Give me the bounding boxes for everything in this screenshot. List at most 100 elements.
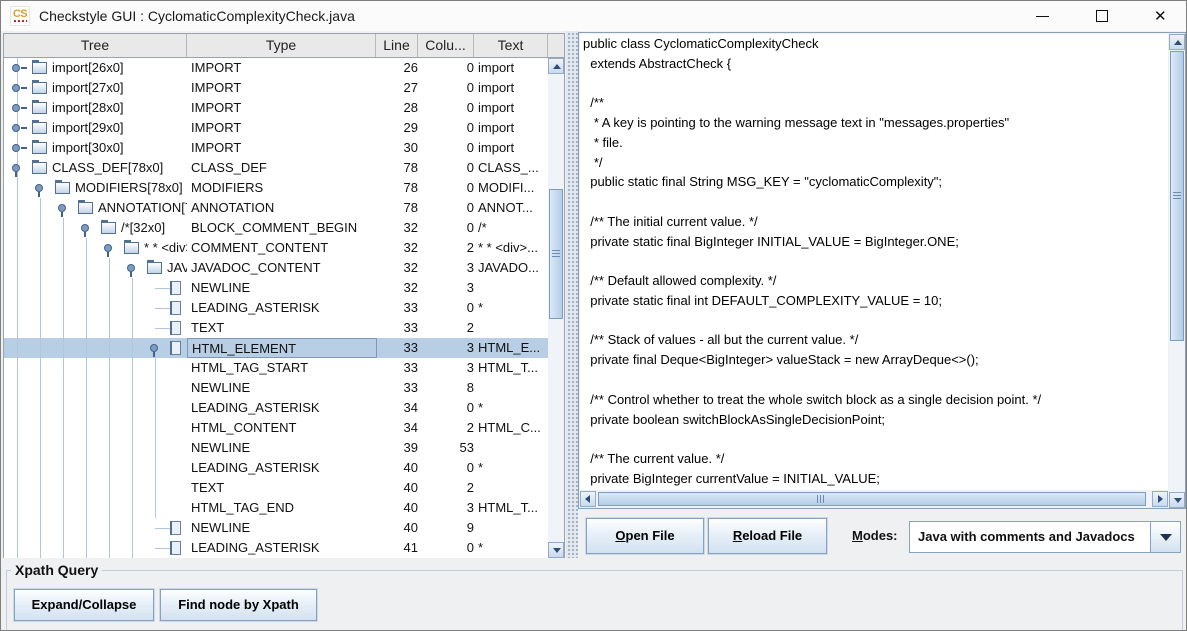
- table-row[interactable]: LEADING_ASTERISK400*: [4, 458, 548, 478]
- table-row[interactable]: import[30x0]IMPORT300import: [4, 138, 548, 158]
- column-header-text[interactable]: Text: [474, 34, 548, 57]
- table-row[interactable]: LEADING_ASTERISK410*: [4, 538, 548, 558]
- collapse-handle-icon[interactable]: [58, 204, 66, 212]
- checkstyle-app-icon: CS: [10, 6, 30, 26]
- table-row[interactable]: TEXT402: [4, 478, 548, 498]
- combobox-arrow-button[interactable]: [1150, 522, 1180, 552]
- collapse-handle-icon[interactable]: [81, 224, 89, 232]
- table-row[interactable]: import[26x0]IMPORT260import: [4, 58, 548, 78]
- open-file-button[interactable]: Open File: [586, 518, 704, 554]
- table-row[interactable]: NEWLINE338: [4, 378, 548, 398]
- tree-guide-line: [17, 238, 18, 258]
- scrollbar-grip-icon: [552, 250, 560, 251]
- collapse-handle-icon[interactable]: [35, 184, 43, 192]
- tree-guide-line: [109, 538, 110, 558]
- close-button[interactable]: ✕: [1140, 1, 1184, 31]
- table-row[interactable]: HTML_CONTENT342HTML_C...: [4, 418, 548, 438]
- collapse-handle-icon[interactable]: [150, 344, 158, 352]
- table-header: Tree Type Line Colu... Text: [4, 34, 564, 58]
- table-row[interactable]: NEWLINE323: [4, 278, 548, 298]
- table-row[interactable]: * * <div>COMMENT_CONTENT322* * <div>...: [4, 238, 548, 258]
- table-row[interactable]: HTML_TAG_END403HTML_T...: [4, 498, 548, 518]
- tree-guide-line: [109, 498, 110, 518]
- code-scroll-right-button[interactable]: [1152, 491, 1168, 507]
- type-cell: LEADING_ASTERISK: [187, 298, 377, 318]
- table-row[interactable]: HTML_TAG_START333HTML_T...: [4, 358, 548, 378]
- tree-guide-line: [63, 218, 64, 238]
- expand-collapse-button[interactable]: Expand/Collapse: [14, 589, 154, 621]
- tree-guide-line: [86, 518, 87, 538]
- tree-vertical-scrollbar[interactable]: [548, 58, 564, 558]
- tree-node-label: import[26x0]: [52, 58, 124, 78]
- modes-combobox[interactable]: Java with comments and Javadocs: [909, 521, 1181, 553]
- tree-guide-line: [86, 318, 87, 338]
- text-cell: * * <div>...: [476, 238, 548, 258]
- tree-guide-line: [155, 418, 156, 438]
- code-line: [580, 251, 1168, 271]
- folder-icon: [32, 82, 47, 94]
- line-cell: 32: [376, 238, 418, 258]
- find-node-by-xpath-button[interactable]: Find node by Xpath: [160, 589, 317, 621]
- code-vscrollbar-thumb[interactable]: [1170, 51, 1184, 341]
- split-pane-divider[interactable]: [566, 31, 578, 558]
- column-header-line[interactable]: Line: [376, 34, 418, 57]
- table-row[interactable]: TEXT332: [4, 318, 548, 338]
- expand-handle-icon[interactable]: [12, 104, 20, 112]
- table-row[interactable]: import[28x0]IMPORT280import: [4, 98, 548, 118]
- tree-guide-line: [17, 398, 18, 418]
- source-code-viewer[interactable]: public class CyclomaticComplexityCheck e…: [580, 34, 1168, 490]
- collapse-handle-icon[interactable]: [127, 264, 135, 272]
- tree-guide-line: [17, 198, 18, 218]
- reload-file-button[interactable]: Reload File: [708, 518, 827, 554]
- code-scroll-up-button[interactable]: [1169, 34, 1185, 50]
- collapse-handle-icon[interactable]: [104, 244, 112, 252]
- table-row[interactable]: NEWLINE409: [4, 518, 548, 538]
- handle-stem: [107, 252, 109, 257]
- expand-handle-icon[interactable]: [12, 144, 20, 152]
- table-row[interactable]: ANNOTATION[78x0]ANNOTATION780ANNOT...: [4, 198, 548, 218]
- code-hscrollbar-thumb[interactable]: [598, 492, 1146, 506]
- tree-guide-line: [109, 418, 110, 438]
- type-cell: HTML_TAG_END: [187, 498, 377, 518]
- column-header-column[interactable]: Colu...: [418, 34, 474, 57]
- column-header-tree[interactable]: Tree: [4, 34, 187, 57]
- text-cell: *: [476, 458, 548, 478]
- collapse-handle-icon[interactable]: [12, 164, 20, 172]
- code-horizontal-scrollbar[interactable]: [580, 491, 1168, 507]
- tree-guide-line: [17, 358, 18, 378]
- tree-guide-line: [63, 278, 64, 298]
- column-cell: 0: [418, 178, 474, 198]
- expand-handle-icon[interactable]: [12, 64, 20, 72]
- tree-guide-line: [40, 278, 41, 298]
- handle-stem: [21, 107, 27, 109]
- tree-guide-line: [63, 478, 64, 498]
- table-row[interactable]: import[27x0]IMPORT270import: [4, 78, 548, 98]
- expand-handle-icon[interactable]: [12, 84, 20, 92]
- table-row[interactable]: MODIFIERS[78x0]MODIFIERS780MODIFI...: [4, 178, 548, 198]
- tree-guide-line: [40, 238, 41, 258]
- minimize-button[interactable]: [1020, 1, 1064, 31]
- tree-scrollbar-thumb[interactable]: [549, 189, 563, 319]
- code-vertical-scrollbar[interactable]: [1169, 34, 1185, 508]
- tree-node-label: * * <div>: [144, 238, 187, 258]
- tree-scroll-up-button[interactable]: [548, 58, 564, 74]
- expand-handle-icon[interactable]: [12, 124, 20, 132]
- code-scroll-down-button[interactable]: [1169, 492, 1185, 508]
- table-row[interactable]: LEADING_ASTERISK340*: [4, 398, 548, 418]
- table-row[interactable]: CLASS_DEF[78x0]CLASS_DEF780CLASS_...: [4, 158, 548, 178]
- tree-scroll-down-button[interactable]: [548, 542, 564, 558]
- code-scroll-left-button[interactable]: [580, 491, 596, 507]
- table-row[interactable]: LEADING_ASTERISK330*: [4, 298, 548, 318]
- maximize-button[interactable]: [1080, 1, 1124, 31]
- table-row[interactable]: JAVADOC_CONTENT[32x3]JAVADOC_CONTENT323J…: [4, 258, 548, 278]
- column-header-type[interactable]: Type: [187, 34, 376, 57]
- column-cell: 0: [418, 198, 474, 218]
- table-row[interactable]: HTML_ELEMENT333HTML_E...: [4, 338, 548, 358]
- table-row[interactable]: import[29x0]IMPORT290import: [4, 118, 548, 138]
- tree-guide-line: [109, 398, 110, 418]
- tree-dash: [155, 528, 170, 529]
- tree-guide-line: [40, 498, 41, 518]
- tree-guide-line: [109, 378, 110, 398]
- table-row[interactable]: /*[32x0]BLOCK_COMMENT_BEGIN320/*: [4, 218, 548, 238]
- table-row[interactable]: NEWLINE3953: [4, 438, 548, 458]
